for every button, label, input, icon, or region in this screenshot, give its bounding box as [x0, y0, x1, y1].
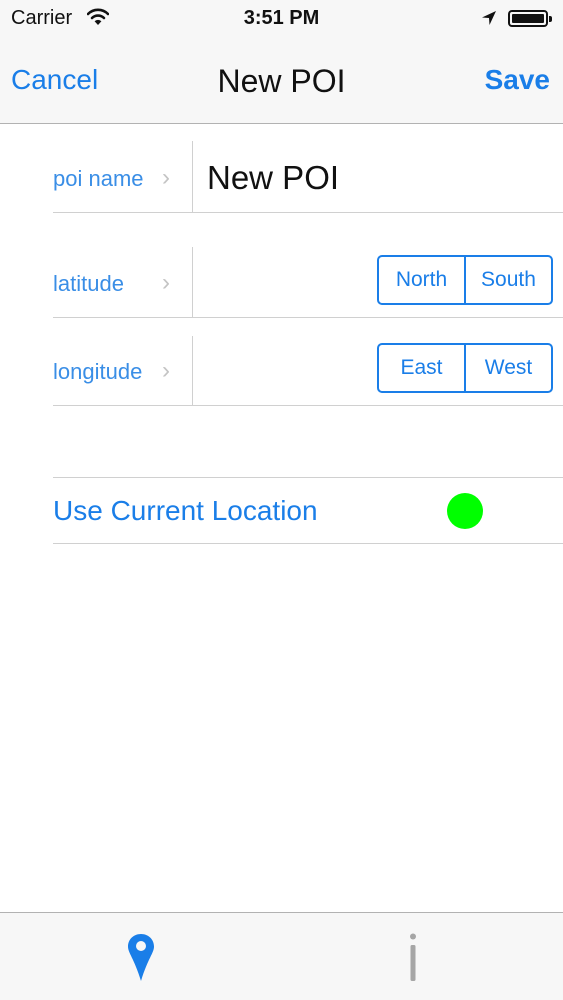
longitude-row: longitude › East West	[53, 336, 563, 406]
longitude-label: longitude	[53, 359, 143, 384]
row-divider	[192, 247, 193, 317]
east-segment[interactable]: East	[379, 345, 464, 391]
row-divider	[192, 336, 193, 405]
poi-name-label: poi name	[53, 166, 144, 191]
chevron-right-icon: ›	[162, 269, 170, 296]
battery-icon	[508, 10, 552, 27]
chevron-right-icon: ›	[162, 357, 170, 384]
latitude-field[interactable]	[207, 261, 367, 305]
longitude-hemisphere-control: East West	[377, 343, 553, 393]
page-title: New POI	[217, 63, 346, 99]
chevron-right-icon: ›	[162, 164, 170, 191]
use-current-location-row[interactable]: Use Current Location	[53, 477, 563, 544]
info-icon[interactable]	[409, 933, 417, 986]
poi-name-row: poi name ›	[53, 141, 563, 213]
status-bar: Carrier 3:51 PM	[0, 0, 563, 38]
use-current-location-button[interactable]: Use Current Location	[53, 495, 318, 527]
tab-bar	[0, 912, 563, 1000]
location-status-indicator	[447, 493, 483, 529]
south-segment[interactable]: South	[464, 257, 551, 303]
clock: 3:51 PM	[243, 7, 320, 29]
longitude-field[interactable]	[207, 350, 367, 394]
location-arrow-icon	[481, 10, 497, 31]
latitude-label: latitude	[53, 271, 124, 296]
west-segment[interactable]: West	[464, 345, 551, 391]
save-button[interactable]: Save	[485, 64, 550, 96]
latitude-hemisphere-control: North South	[377, 255, 553, 305]
row-divider	[192, 141, 193, 212]
poi-name-field[interactable]	[207, 155, 547, 201]
north-segment[interactable]: North	[379, 257, 464, 303]
map-pin-icon[interactable]	[127, 933, 155, 988]
latitude-row: latitude › North South	[53, 247, 563, 318]
navigation-bar: Cancel New POI Save	[0, 38, 563, 124]
